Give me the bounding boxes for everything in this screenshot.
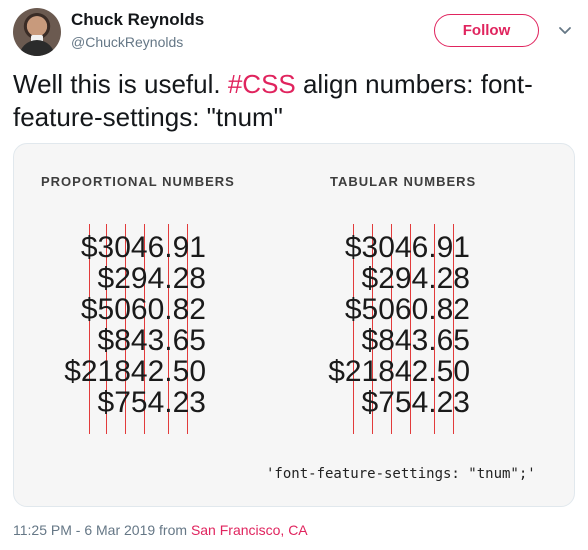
number-row: $754.23 xyxy=(97,386,206,419)
chevron-down-icon[interactable] xyxy=(557,22,573,38)
number-row: $5060.82 xyxy=(80,293,206,326)
avatar-shirt xyxy=(19,40,55,56)
number-row: $843.65 xyxy=(97,324,206,357)
number-row: $294.28 xyxy=(97,262,206,295)
avatar[interactable] xyxy=(13,8,61,56)
tweet-media-image[interactable]: PROPORTIONAL NUMBERS TABULAR NUMBERS $30… xyxy=(13,143,575,507)
location-link[interactable]: San Francisco, CA xyxy=(191,522,308,538)
number-row: $843.65 xyxy=(361,324,470,357)
timestamp[interactable]: 11:25 PM - 6 Mar 2019 from xyxy=(13,522,191,538)
proportional-numbers: $3046.91 $294.28 $5060.82 $843.65 $21842… xyxy=(54,232,206,418)
author-name[interactable]: Chuck Reynolds xyxy=(71,10,204,30)
number-row: $21842.50 xyxy=(328,355,470,388)
number-row: $5060.82 xyxy=(344,293,470,326)
tweet-text: Well this is useful. #CSS align numbers:… xyxy=(13,68,573,134)
proportional-title: PROPORTIONAL NUMBERS xyxy=(41,174,235,189)
number-row: $754.23 xyxy=(361,386,470,419)
number-row: $3046.91 xyxy=(80,231,206,264)
number-row: $294.28 xyxy=(361,262,470,295)
tweet-text-start: Well this is useful. xyxy=(13,69,228,99)
tweet-meta: 11:25 PM - 6 Mar 2019 from San Francisco… xyxy=(13,522,308,538)
hashtag-link[interactable]: #CSS xyxy=(228,69,296,99)
number-row: $3046.91 xyxy=(344,231,470,264)
code-snippet: 'font-feature-settings: "tnum";' xyxy=(266,466,536,482)
follow-button[interactable]: Follow xyxy=(434,14,539,47)
number-row: $21842.50 xyxy=(64,355,206,388)
tabular-numbers: $3046.91 $294.28 $5060.82 $843.65 $21842… xyxy=(306,232,470,418)
author-handle[interactable]: @ChuckReynolds xyxy=(71,34,183,50)
tabular-title: TABULAR NUMBERS xyxy=(330,174,477,189)
